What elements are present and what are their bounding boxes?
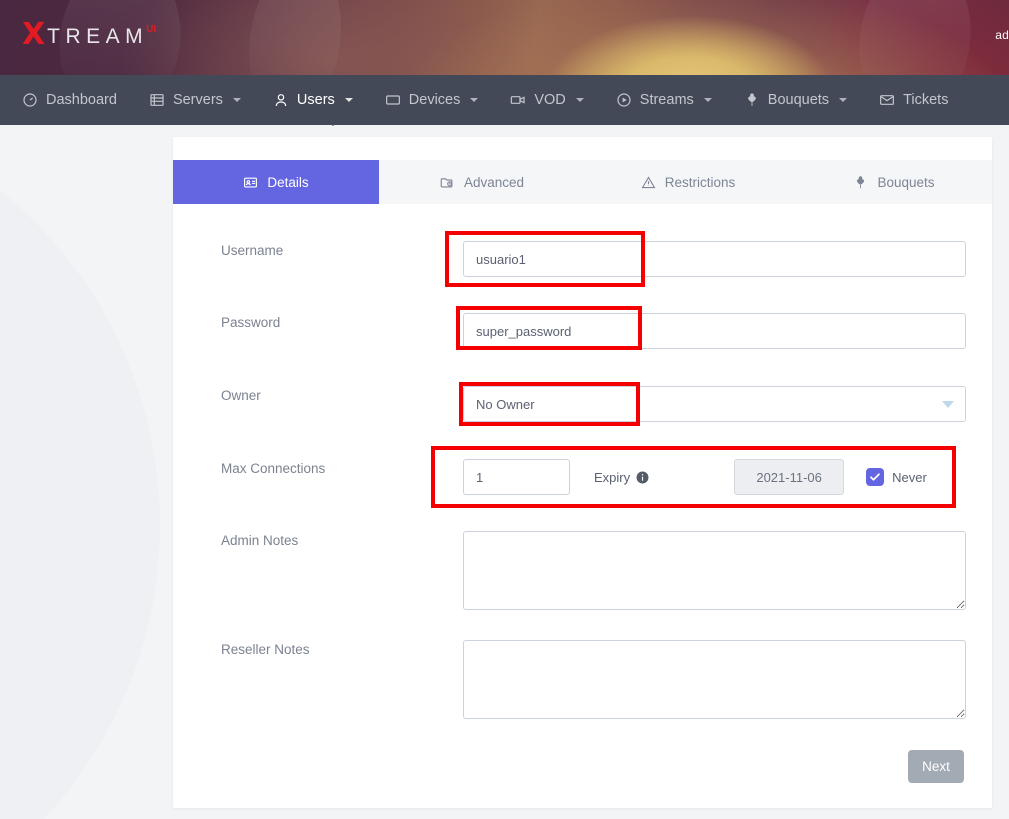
nav-label: Devices: [409, 92, 461, 108]
tab-restrictions[interactable]: Restrictions: [585, 160, 791, 204]
nav-item-tickets[interactable]: Tickets: [863, 75, 964, 125]
form-row-admin-notes: Admin Notes: [173, 531, 992, 615]
form-row-password: Password: [173, 313, 992, 349]
tab-details[interactable]: Details: [173, 160, 379, 204]
expiry-date-field[interactable]: 2021-11-06: [734, 459, 844, 495]
tab-label: Advanced: [464, 175, 524, 190]
owner-select[interactable]: No Owner: [463, 386, 966, 422]
nav-label: Streams: [640, 92, 694, 108]
tab-advanced[interactable]: Advanced: [379, 160, 585, 204]
form-row-username: Username: [173, 241, 992, 277]
password-label: Password: [173, 313, 463, 333]
account-menu[interactable]: ad: [995, 28, 1009, 42]
owner-label: Owner: [173, 386, 463, 406]
tab-label: Bouquets: [877, 175, 934, 190]
next-button[interactable]: Next: [908, 750, 964, 783]
reseller-notes-label: Reseller Notes: [173, 640, 463, 660]
admin-notes-textarea[interactable]: [463, 531, 966, 610]
never-label: Never: [892, 470, 927, 485]
nav-label: Users: [297, 92, 335, 108]
gauge-icon: [22, 92, 38, 108]
tab-bouquets[interactable]: Bouquets: [791, 160, 997, 204]
chevron-down-icon: [470, 98, 478, 102]
nav-label: Bouquets: [768, 92, 829, 108]
password-control: [463, 313, 966, 349]
admin-notes-control: [463, 531, 966, 615]
nav-label: VOD: [534, 92, 565, 108]
logo-wordmark: TREAM: [47, 26, 148, 47]
warning-triangle-icon: [641, 175, 656, 190]
expiry-label: Expiry: [594, 470, 630, 485]
owner-control: No Owner: [463, 386, 966, 422]
envelope-icon: [879, 92, 895, 108]
user-icon: [273, 92, 289, 108]
username-label: Username: [173, 241, 463, 261]
tab-bar: Details Advanced Restrictions: [173, 160, 992, 204]
reseller-notes-textarea[interactable]: [463, 640, 966, 719]
id-card-icon: [243, 175, 258, 190]
bouquet-icon: [744, 92, 760, 108]
chevron-down-icon: [345, 98, 353, 102]
nav-label: Dashboard: [46, 92, 117, 108]
max-connections-input[interactable]: [463, 459, 570, 495]
folder-clock-icon: [440, 175, 455, 190]
form-row-reseller-notes: Reseller Notes: [173, 640, 992, 724]
server-icon: [149, 92, 165, 108]
max-connections-label: Max Connections: [173, 459, 463, 479]
banner-streak: [239, 0, 350, 75]
header-banner: X TREAM UI ad: [0, 0, 1009, 75]
never-checkbox-group: Never: [866, 468, 927, 486]
user-edit-card: Details Advanced Restrictions: [173, 137, 992, 808]
password-input[interactable]: [463, 313, 966, 349]
nav-item-streams[interactable]: Streams: [600, 75, 728, 125]
video-icon: [510, 92, 526, 108]
main-navigation: Dashboard Servers Users Devices: [0, 75, 1009, 125]
device-icon: [385, 92, 401, 108]
banner-streak: [849, 0, 980, 75]
play-circle-icon: [616, 92, 632, 108]
checkmark-icon: [869, 471, 881, 483]
bouquet-icon: [853, 175, 868, 190]
chevron-down-icon: [839, 98, 847, 102]
nav-item-devices[interactable]: Devices: [369, 75, 495, 125]
tab-label: Restrictions: [665, 175, 736, 190]
chevron-down-icon: [704, 98, 712, 102]
info-icon[interactable]: [636, 471, 649, 484]
username-input[interactable]: [463, 241, 966, 277]
nav-item-bouquets[interactable]: Bouquets: [728, 75, 863, 125]
max-connections-control: Expiry 2021-11-06 Never: [463, 459, 927, 495]
form-row-owner: Owner No Owner: [173, 386, 992, 422]
expiry-label-group: Expiry: [594, 470, 649, 485]
nav-item-servers[interactable]: Servers: [133, 75, 257, 125]
logo-superscript: UI: [146, 24, 156, 35]
logo-x-mark: X: [22, 20, 45, 50]
username-control: [463, 241, 966, 277]
nav-item-users[interactable]: Users: [257, 75, 369, 125]
nav-item-dashboard[interactable]: Dashboard: [0, 75, 133, 125]
nav-active-indicator: [324, 118, 342, 126]
nav-label: Tickets: [903, 92, 948, 108]
tab-label: Details: [267, 175, 308, 190]
chevron-down-icon: [233, 98, 241, 102]
brand-logo[interactable]: X TREAM UI: [22, 20, 156, 50]
never-checkbox[interactable]: [866, 468, 884, 486]
form-row-max-connections: Max Connections Expiry 2021-11-06 Never: [173, 459, 992, 495]
admin-notes-label: Admin Notes: [173, 531, 463, 551]
nav-label: Servers: [173, 92, 223, 108]
reseller-notes-control: [463, 640, 966, 724]
nav-item-vod[interactable]: VOD: [494, 75, 599, 125]
chevron-down-icon: [576, 98, 584, 102]
background-decoration-circle: [0, 125, 160, 819]
